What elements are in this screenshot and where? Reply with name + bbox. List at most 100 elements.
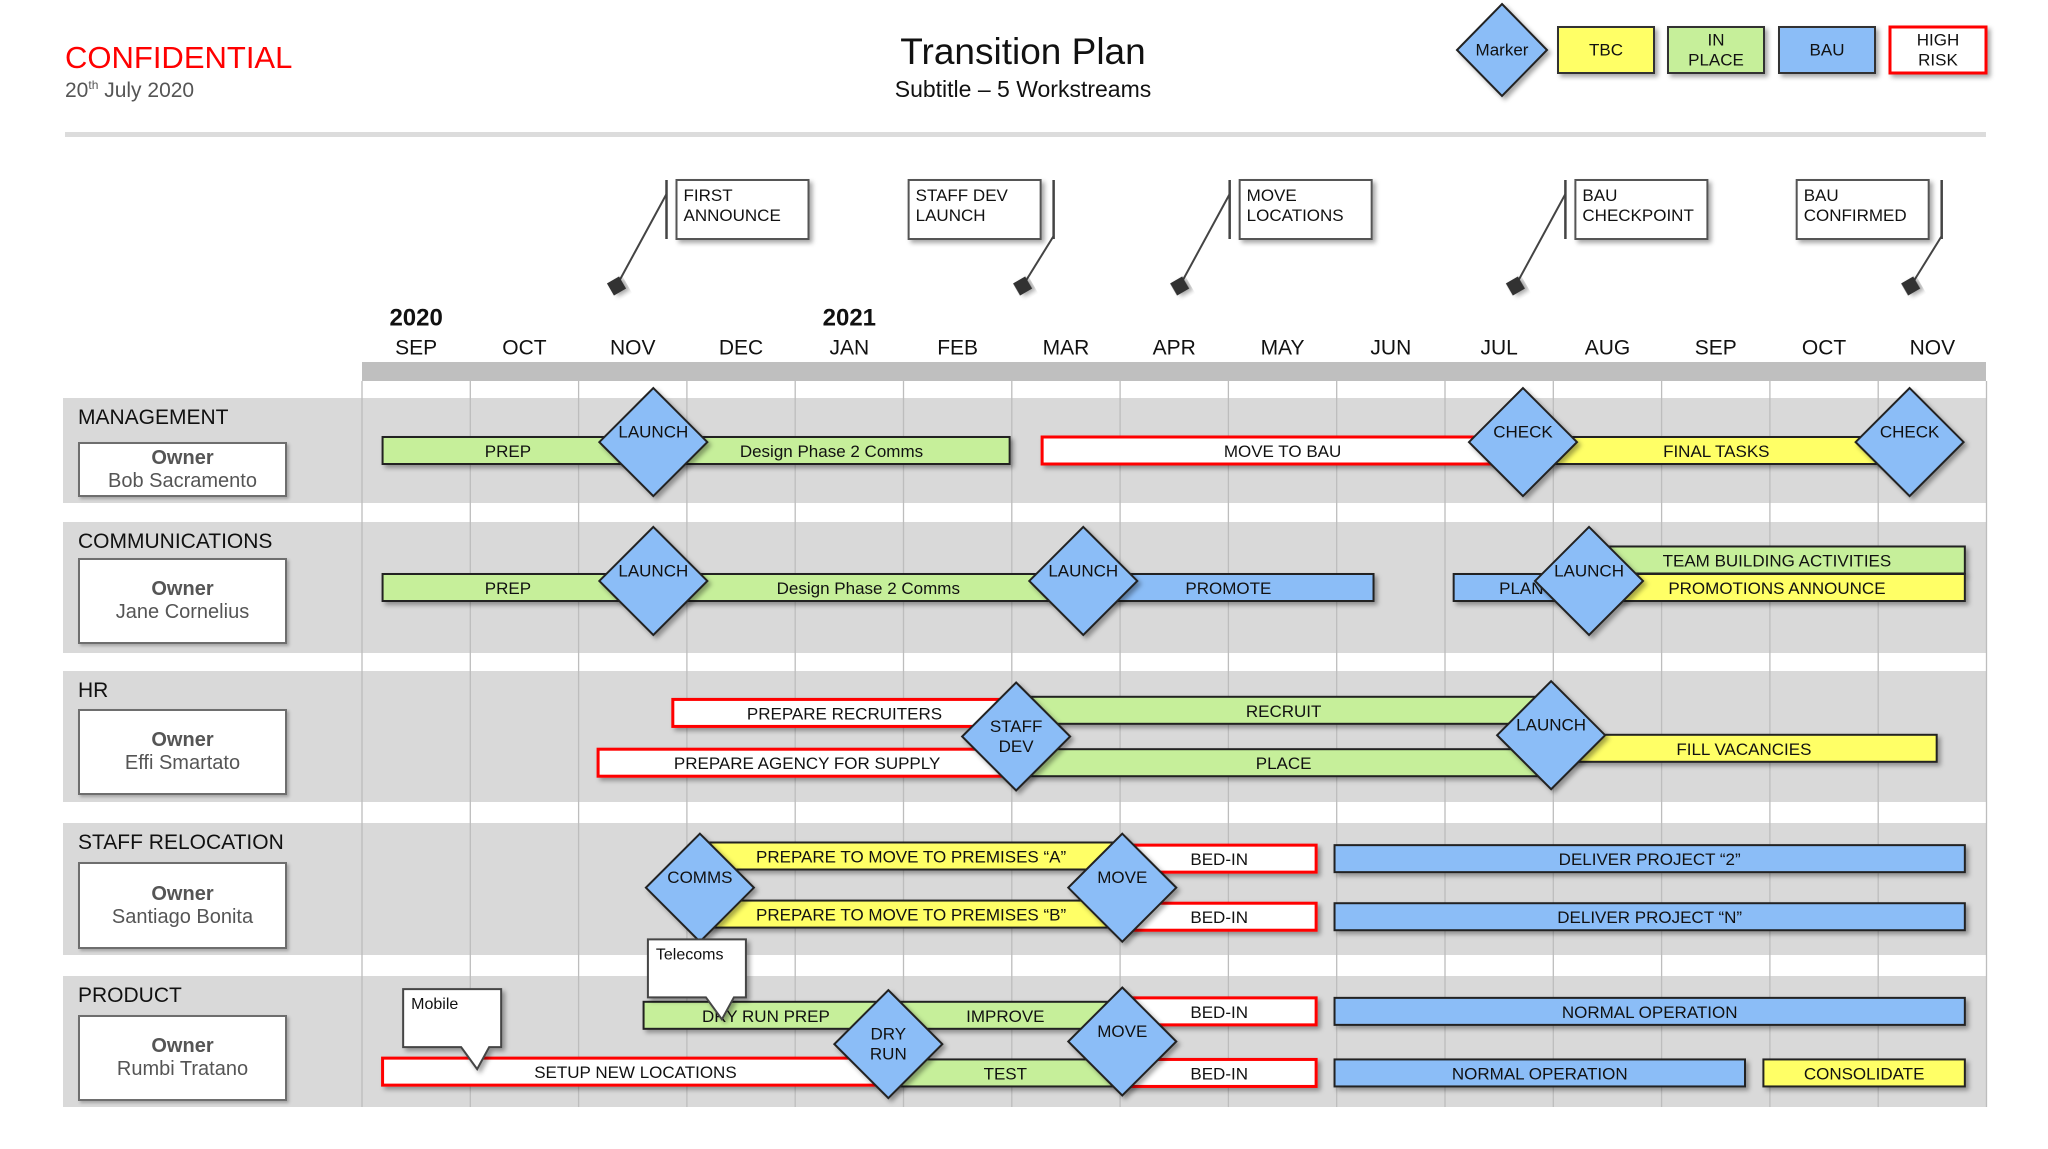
legend-item-in-place: INPLACE	[1667, 26, 1765, 74]
month-label: NOV	[1910, 337, 1956, 360]
task-bar-label: TEAM BUILDING ACTIVITIES	[1663, 551, 1892, 570]
owner-name: Bob Sacramento	[108, 469, 257, 492]
task-bar: FINAL TASKS	[1521, 436, 1911, 465]
owner-box: Owner Bob Sacramento	[78, 442, 287, 497]
owner-name: Effi Smartato	[124, 752, 241, 774]
callout-label: CHECKPOINT	[1582, 206, 1693, 225]
task-bar: DELIVER PROJECT “N”	[1333, 902, 1966, 932]
task-bar-label: BED-IN	[1190, 1064, 1248, 1083]
owner-label: Owner	[151, 446, 214, 469]
legend-label: TBC	[1589, 41, 1623, 60]
task-bar-label: PROMOTE	[1185, 579, 1271, 598]
task-bar-label: BED-IN	[1190, 1003, 1248, 1022]
task-bar: PROMOTIONS ANNOUNCE	[1588, 573, 1966, 602]
month-label: JUL	[1480, 337, 1517, 360]
owner-label: Owner	[151, 578, 214, 600]
task-bar-label: NORMAL OPERATION	[1562, 1003, 1738, 1022]
task-bar-label: PREPARE TO MOVE TO PREMISES “B”	[756, 906, 1067, 925]
workstream-name: PRODUCT	[78, 984, 182, 1007]
task-bar-label: RECRUIT	[1246, 702, 1322, 721]
milestone-callout: FIRSTANNOUNCE	[606, 179, 810, 296]
task-bar-label: Design Phase 2 Comms	[777, 579, 960, 598]
callout-label: MOVE	[1247, 186, 1297, 205]
task-bar-label: IMPROVE	[966, 1007, 1044, 1026]
legend-label: BAU	[1810, 41, 1845, 60]
month-label: MAR	[1043, 337, 1090, 360]
task-bar: PLACE	[1015, 748, 1553, 778]
transition-plan-diagram: Marker TBCINPLACEBAUHIGHRISK FIRSTANNOUNC…	[63, 2, 1988, 1107]
milestone-callouts: FIRSTANNOUNCE STAFF DEVLAUNCH MOVELOCATION…	[606, 179, 1943, 296]
owner-label: Owner	[151, 882, 214, 905]
month-label: NOV	[610, 337, 656, 360]
workstream-name: COMMUNICATIONS	[78, 530, 273, 553]
note-label: Telecoms	[656, 946, 724, 963]
legend-label: Marker	[1476, 41, 1529, 60]
task-bar: DRY RUN PREP	[642, 1000, 890, 1030]
owner-name: Santiago Bonita	[111, 905, 254, 928]
task-bar: TEAM BUILDING ACTIVITIES	[1588, 545, 1966, 575]
legend-item-tbc: TBC	[1557, 26, 1655, 74]
task-bar: CONSOLIDATE	[1762, 1058, 1966, 1088]
task-bar: Design Phase 2 Comms	[652, 573, 1085, 602]
callout-label: STAFF DEV	[916, 186, 1009, 205]
callout-pin	[1170, 276, 1190, 296]
task-bar-label: MOVE TO BAU	[1224, 442, 1341, 461]
marker-label: MOVE	[1097, 868, 1147, 887]
month-label: OCT	[1802, 337, 1847, 360]
callout-leader-line	[615, 193, 668, 287]
owner-box: Owner Jane Cornelius	[78, 558, 287, 644]
month-label: JUN	[1370, 337, 1411, 360]
task-bar-label: Design Phase 2 Comms	[740, 442, 923, 461]
workstream-name: HR	[78, 679, 109, 702]
callout-pin	[1901, 276, 1921, 296]
task-bar: MOVE TO BAU	[1040, 435, 1525, 466]
milestone-callout: BAUCONFIRMED	[1795, 179, 1943, 296]
task-bar-label: PREP	[485, 579, 531, 598]
callout-label: ANNOUNCE	[684, 206, 781, 225]
marker-label: CHECK	[1493, 423, 1553, 442]
milestone-callout: BAUCHECKPOINT	[1505, 179, 1709, 296]
legend-item-bau: BAU	[1778, 26, 1876, 74]
callout-pin	[606, 276, 627, 296]
task-bar-label: BED-IN	[1190, 850, 1248, 869]
legend-label: PLACE	[1688, 51, 1744, 70]
task-bar-label: TEST	[984, 1064, 1027, 1083]
task-bar: NORMAL OPERATION	[1333, 996, 1966, 1026]
task-bar-label: PREPARE RECRUITERS	[747, 704, 942, 723]
marker-label: RUN	[870, 1045, 907, 1064]
month-label: JAN	[830, 337, 870, 360]
callout-label: FIRST	[684, 186, 733, 205]
marker-label: LAUNCH	[618, 423, 688, 442]
task-bar: FILL VACANCIES	[1550, 733, 1938, 763]
timeline-header-bar	[362, 362, 1986, 381]
task-bar: PREPARE TO MOVE TO PREMISES “B”	[698, 899, 1124, 929]
month-label: OCT	[502, 337, 547, 360]
milestone-callout: MOVELOCATIONS	[1170, 179, 1373, 296]
workstream-name: MANAGEMENT	[78, 406, 229, 429]
marker-label: LAUNCH	[1516, 716, 1586, 735]
task-bar-label: FINAL TASKS	[1663, 442, 1769, 461]
owner-box: Owner Santiago Bonita	[78, 862, 287, 949]
owner-box: Owner Effi Smartato	[78, 709, 287, 795]
task-bar: DELIVER PROJECT “2”	[1333, 844, 1966, 874]
owner-box: Owner Rumbi Tratano	[78, 1015, 287, 1101]
note-label: Mobile	[411, 996, 458, 1013]
task-bar-label: PREP	[485, 442, 531, 461]
task-bar: RECRUIT	[1015, 695, 1553, 725]
month-label: DEC	[719, 337, 763, 360]
month-label: AUG	[1585, 337, 1631, 360]
task-bar-label: PLACE	[1256, 754, 1312, 773]
callout-pin	[1013, 276, 1033, 296]
month-label: APR	[1153, 337, 1196, 360]
callout-pin	[1505, 276, 1525, 296]
month-label: SEP	[395, 337, 437, 360]
task-bar-label: SETUP NEW LOCATIONS	[534, 1063, 736, 1082]
task-bar-label: PREPARE TO MOVE TO PREMISES “A”	[756, 848, 1067, 867]
callout-label: BAU	[1582, 186, 1617, 205]
marker-label: LAUNCH	[1554, 561, 1624, 580]
month-label: SEP	[1695, 337, 1737, 360]
task-bar-label: DELIVER PROJECT “N”	[1557, 908, 1742, 927]
owner-label: Owner	[151, 729, 214, 751]
task-bar-label: PREPARE AGENCY FOR SUPPLY	[674, 754, 940, 773]
legend-item-marker: Marker	[1455, 2, 1549, 98]
